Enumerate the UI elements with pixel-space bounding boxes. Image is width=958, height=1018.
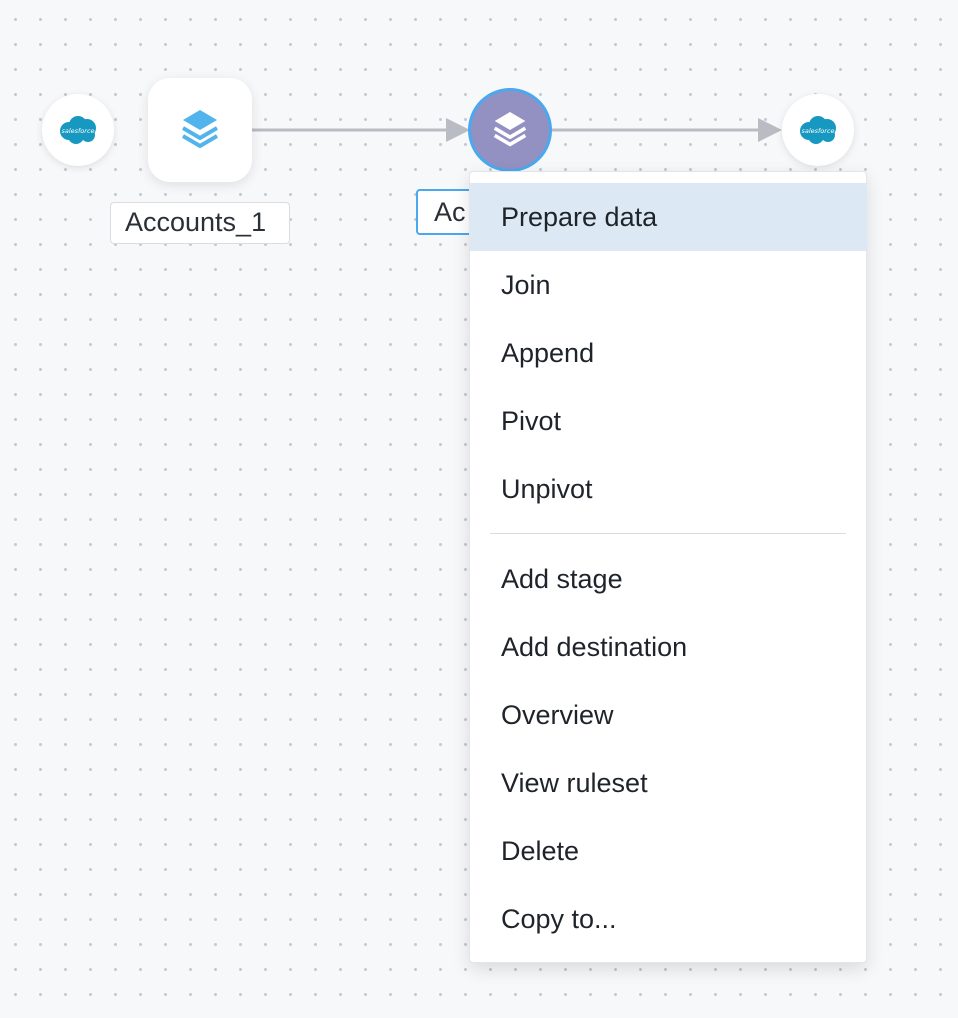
menu-item-overview[interactable]: Overview [470,681,867,749]
menu-item-add-destination[interactable]: Add destination [470,613,867,681]
menu-item-copy-to[interactable]: Copy to... [470,885,867,953]
menu-item-unpivot[interactable]: Unpivot [470,455,867,523]
layers-icon [181,110,219,148]
salesforce-logo-text: salesforce [801,127,834,135]
dataset-node-label[interactable]: Accounts_1 [110,202,290,244]
stage-node-selected[interactable] [468,88,552,172]
menu-divider [490,533,846,534]
menu-item-pivot[interactable]: Pivot [470,387,867,455]
menu-item-append[interactable]: Append [470,319,867,387]
menu-item-add-stage[interactable]: Add stage [470,545,867,613]
salesforce-logo-text: salesforce [61,127,94,135]
pipeline-canvas[interactable]: salesforce Accounts_1 Ac salesforce Prep… [0,0,958,1018]
salesforce-cloud-icon: salesforce [60,116,96,144]
dataset-node-accounts-1[interactable] [148,78,252,182]
layers-icon [493,112,527,147]
arrow-head-icon [758,118,782,142]
edge-stage-to-destination [552,118,782,142]
edge-dataset-to-stage [252,118,470,142]
arrow-head-icon [446,118,470,142]
menu-item-prepare-data[interactable]: Prepare data [470,183,867,251]
menu-item-view-ruleset[interactable]: View ruleset [470,749,867,817]
salesforce-cloud-icon: salesforce [800,116,836,144]
source-salesforce-node[interactable]: salesforce [42,94,114,166]
destination-salesforce-node[interactable]: salesforce [782,94,854,166]
menu-item-join[interactable]: Join [470,251,867,319]
menu-item-delete[interactable]: Delete [470,817,867,885]
node-context-menu: Prepare data Join Append Pivot Unpivot A… [469,171,867,963]
